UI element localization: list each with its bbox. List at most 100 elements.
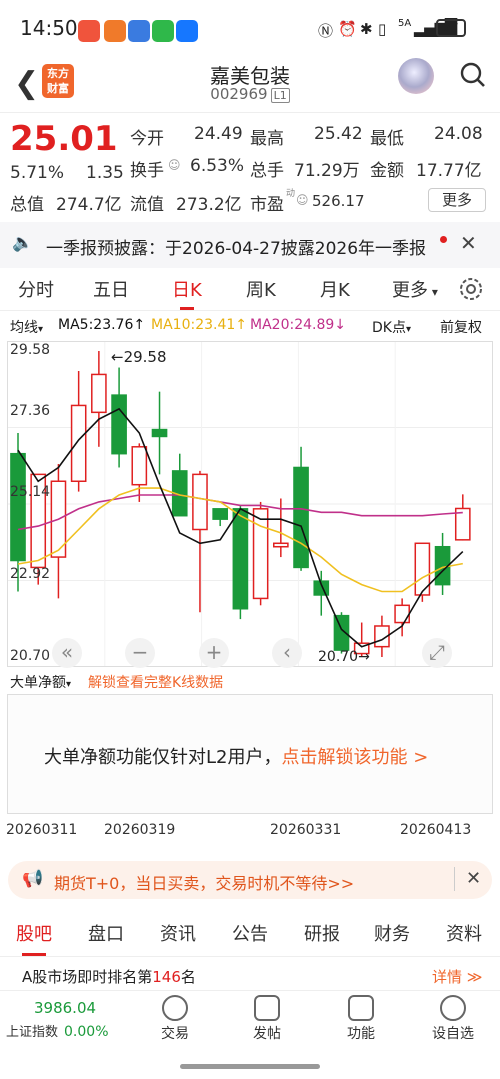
zoom-out-icon[interactable]: − <box>125 638 155 668</box>
tab-more[interactable]: 更多 ▾ <box>392 276 438 302</box>
tab-daily-k[interactable]: 日K <box>172 276 202 310</box>
quote-panel: 25.01 5.71% 1.35 今开 24.49 最高 25.42 最低 24… <box>0 116 500 216</box>
stock-header: ❮ 东方 财富 嘉美包装 002969 L1 <box>0 58 500 110</box>
open-value: 24.49 <box>194 124 243 144</box>
pe-label: 市盈 <box>250 195 284 215</box>
dk-selector[interactable]: DK点▾ <box>372 317 411 337</box>
nav-trade[interactable]: 交易 <box>145 995 205 1043</box>
rewind-icon[interactable]: « <box>52 638 82 668</box>
rank-text: A股市场即时排名第146名 <box>22 968 196 986</box>
status-time: 14:50 <box>20 16 78 40</box>
y-tick: 22.92 <box>10 566 51 582</box>
zoom-in-icon[interactable]: + <box>199 638 229 668</box>
bluetooth-icon: ✱ <box>360 20 373 38</box>
status-bar: 14:50 Ⓝ ⏰ ✱ ▯ 5A ▂▄▆█ 27 <box>0 0 500 58</box>
net-amount-bar: 大单净额▾ 解锁查看完整K线数据 <box>0 668 500 694</box>
mktcap-value: 274.7亿 <box>56 195 122 215</box>
tab-intraday[interactable]: 分时 <box>18 276 54 302</box>
high-label: 最高 <box>250 129 284 149</box>
tab-finance[interactable]: 财务 <box>374 920 410 946</box>
x-tick: 20260319 <box>104 822 176 838</box>
megaphone-icon: 📢 <box>22 869 44 889</box>
more-quote-button[interactable]: 更多 <box>428 188 486 212</box>
tab-profile[interactable]: 资料 <box>446 920 482 946</box>
tab-weekly-k[interactable]: 周K <box>246 276 276 302</box>
ma-legend: 均线▾ MA5:23.76↑ MA10:23.41↑ MA20:24.89↓ D… <box>0 313 500 339</box>
tab-news[interactable]: 资讯 <box>160 920 196 946</box>
fullscreen-icon[interactable]: ⤢ <box>422 638 452 668</box>
previous-icon[interactable]: ‹ <box>272 638 302 668</box>
speaker-icon: 🔈 <box>12 233 34 253</box>
network-type: 5A <box>398 18 412 29</box>
close-icon[interactable]: ✕ <box>460 231 477 255</box>
adjust-selector[interactable]: 前复权 <box>440 317 482 337</box>
pe-value: 526.17 <box>312 192 365 210</box>
close-icon[interactable]: ✕ <box>466 868 481 889</box>
tab-announcements[interactable]: 公告 <box>232 920 268 946</box>
assistant-robot-icon[interactable] <box>398 58 434 94</box>
search-icon[interactable] <box>460 62 486 88</box>
info-tabs: 股吧 盘口 资讯 公告 研报 财务 资料 <box>0 910 500 956</box>
low-value: 24.08 <box>434 124 483 144</box>
notice-text: 一季报预披露：于2026-04-27披露2026年一季报 <box>46 239 427 259</box>
chart-tabs: 分时 五日 日K 周K 月K 更多 ▾ <box>0 270 500 310</box>
candle-body <box>394 604 410 624</box>
settings-gear-icon[interactable] <box>458 276 484 302</box>
tab-research[interactable]: 研报 <box>304 920 340 946</box>
unlock-feature-link[interactable]: 点击解锁该功能 > <box>281 747 428 768</box>
ma-selector[interactable]: 均线▾ <box>10 317 43 337</box>
y-tick: 27.36 <box>10 403 51 419</box>
tab-pankou[interactable]: 盘口 <box>88 920 124 946</box>
candle-body <box>91 373 107 414</box>
nav-functions[interactable]: 功能 <box>331 995 391 1043</box>
tab-monthly-k[interactable]: 月K <box>320 276 350 302</box>
notice-banner[interactable]: 🔈 一季报预披露：于2026-04-27披露2026年一季报 ✕ <box>0 222 500 268</box>
candle-body <box>212 508 229 520</box>
ma5-value: MA5:23.76↑ <box>58 317 146 333</box>
index-label: 上证指数 <box>6 1025 59 1040</box>
home-indicator <box>180 1064 320 1069</box>
x-tick: 20260331 <box>270 822 342 838</box>
kline-svg <box>8 342 492 666</box>
index-value: 3986.04 <box>34 999 97 1017</box>
info-icon[interactable]: ☺ <box>168 158 181 172</box>
y-tick: 20.70 <box>10 648 51 664</box>
current-price: 25.01 <box>10 119 118 159</box>
change-percent: 5.71% <box>10 163 65 183</box>
candle-body <box>111 394 127 455</box>
battery-indicator: 27 <box>436 19 466 37</box>
open-label: 今开 <box>130 129 164 149</box>
app-notification-icon <box>104 20 126 42</box>
nav-post[interactable]: 发帖 <box>237 995 297 1043</box>
low-label: 最低 <box>370 129 404 149</box>
tab-guba[interactable]: 股吧 <box>16 920 52 956</box>
unlock-kline-link[interactable]: 解锁查看完整K线数据 <box>88 672 223 692</box>
info-icon[interactable]: ☺ <box>296 193 309 207</box>
app-notification-icon <box>78 20 100 42</box>
alipay-icon <box>176 20 198 42</box>
pe-sup: 动 <box>286 189 296 199</box>
kline-chart[interactable]: 29.58 27.36 25.14 22.92 20.70 ←29.58 20.… <box>7 341 493 668</box>
candle-body <box>70 404 87 483</box>
ma10-value: MA10:23.41↑ <box>151 317 247 333</box>
index-change: 0.00% <box>64 1024 109 1040</box>
futures-ad-banner[interactable]: 📢 期货T+0，当日买卖，交易时机不等待>> ✕ <box>8 861 492 899</box>
index-ticker[interactable]: 3986.04 上证指数 0.00% <box>6 999 109 1040</box>
caret-down-icon: ▾ <box>405 324 411 335</box>
rank-row[interactable]: A股市场即时排名第146名 详情 ≫ <box>0 962 500 988</box>
wechat-icon <box>152 20 174 42</box>
tab-five-day[interactable]: 五日 <box>93 276 129 302</box>
ad-text: 期货T+0，当日买卖，交易时机不等待>> <box>54 874 355 893</box>
y-tick: 29.58 <box>10 342 51 358</box>
turnover-value: 6.53% <box>190 156 245 176</box>
volume-label: 总手 <box>250 161 284 181</box>
nav-add-watchlist[interactable]: 设自选 <box>423 995 483 1043</box>
float-label: 流值 <box>130 195 164 215</box>
lock-message: 大单净额功能仅针对L2用户， <box>44 747 282 768</box>
candle-body <box>131 446 148 486</box>
l2-lock-panel: 大单净额功能仅针对L2用户，点击解锁该功能 > <box>7 694 493 814</box>
net-amount-selector[interactable]: 大单净额▾ <box>10 672 71 692</box>
rank-detail-link[interactable]: 详情 ≫ <box>432 966 482 987</box>
caret-down-icon: ▾ <box>428 285 438 299</box>
candle-body <box>10 452 26 562</box>
